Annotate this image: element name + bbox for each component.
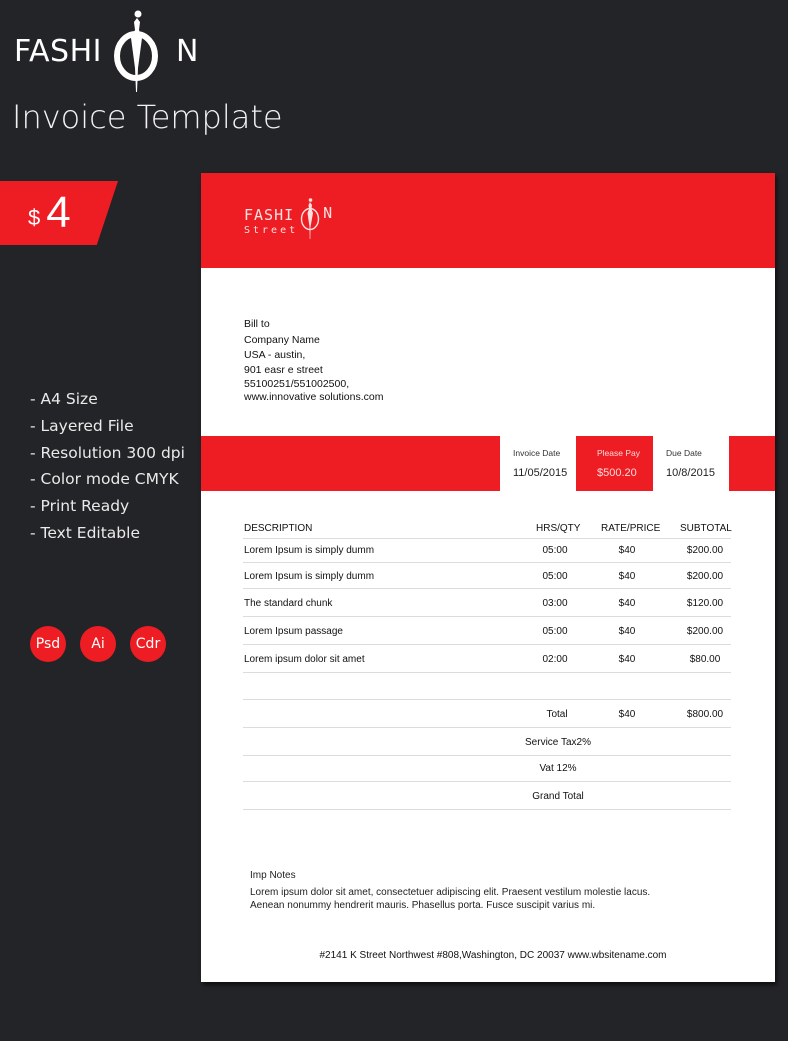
total-amount: $800.00	[686, 709, 724, 720]
table-row: Lorem ipsum dolor sit amet 02:00 $40 $80…	[243, 645, 731, 673]
bill-to-label: Bill to	[244, 318, 270, 330]
notes-title: Imp Notes	[250, 870, 296, 881]
brand-name-left: FASHI	[14, 33, 102, 69]
table-spacer-row	[243, 673, 731, 700]
brand-logo: FASHI N	[14, 8, 199, 94]
please-pay-value: $500.20	[597, 467, 637, 479]
notes-line-1: Lorem ipsum dolor sit amet, consectetuer…	[250, 887, 651, 898]
feature-item: - Color mode CMYK	[30, 470, 179, 489]
bill-to-street: 901 easr e street	[244, 364, 323, 376]
bill-to-company: Company Name	[244, 334, 320, 346]
header-description: DESCRIPTION	[244, 523, 313, 534]
total-rate: $40	[618, 709, 636, 720]
item-description: Lorem Ipsum is simply dumm	[244, 545, 375, 556]
feature-item: - Text Editable	[30, 523, 140, 542]
please-pay-box: Please Pay $500.20	[576, 436, 653, 491]
due-date-box: Due Date 10/8/2015	[653, 436, 729, 491]
header-subtotal: SUBTOTAL	[680, 523, 732, 534]
invoice-date-value: 11/05/2015	[513, 467, 568, 479]
grand-total-label: Grand Total	[532, 791, 584, 802]
item-subtotal: $200.00	[686, 626, 724, 637]
item-qty: 02:00	[542, 654, 568, 665]
feature-item: - Layered File	[30, 416, 134, 435]
price-currency: $	[28, 205, 41, 230]
feature-item: - A4 Size	[30, 390, 98, 408]
invoice-logo-tagline: Street	[244, 225, 299, 236]
item-qty: 05:00	[542, 571, 568, 582]
format-badge-psd: Psd	[30, 626, 66, 662]
fashion-figure-ring-icon	[300, 198, 320, 239]
item-subtotal: $200.00	[686, 571, 724, 582]
invoice-paper: FASHI Street N Bill to Company Name USA …	[201, 173, 775, 982]
bill-to-block: Bill to Company Name USA - austin, 901 e…	[244, 317, 383, 404]
price-tag: $ 4	[0, 181, 118, 245]
bill-to-website: www.innovative solutions.com	[244, 391, 384, 403]
invoice-date-box: Invoice Date 11/05/2015	[500, 436, 576, 491]
format-badges: Psd Ai Cdr	[30, 626, 166, 662]
item-rate: $40	[618, 571, 636, 582]
total-row: Total $40 $800.00	[243, 700, 731, 728]
bill-to-phone: 55100251/551002500,	[244, 378, 350, 390]
header-rate: RATE/PRICE	[601, 523, 661, 534]
total-label: Total	[546, 709, 568, 720]
header-qty: HRS/QTY	[536, 523, 581, 534]
bill-to-location: USA - austin,	[244, 349, 306, 361]
format-badge-ai: Ai	[80, 626, 116, 662]
invoice-header: FASHI Street N	[201, 173, 775, 268]
brand-name-right: N	[175, 33, 199, 69]
fashion-figure-ring-icon	[113, 10, 158, 92]
page-title: Invoice Template	[12, 98, 283, 136]
item-qty: 05:00	[542, 545, 568, 556]
item-rate: $40	[618, 598, 636, 609]
item-rate: $40	[618, 654, 636, 665]
table-row: Lorem Ipsum passage 05:00 $40 $200.00	[243, 617, 731, 645]
notes-line-2: Aenean nonummy hendrerit mauris. Phasell…	[250, 899, 596, 911]
item-subtotal: $200.00	[686, 545, 724, 556]
table-row: Lorem Ipsum is simply dumm 05:00 $40 $20…	[243, 539, 731, 563]
item-description: The standard chunk	[244, 598, 333, 609]
item-description: Lorem ipsum dolor sit amet	[244, 654, 365, 665]
item-description: Lorem Ipsum passage	[244, 626, 343, 637]
invoice-logo-word-right: N	[323, 204, 333, 222]
item-rate: $40	[618, 545, 636, 556]
item-qty: 05:00	[542, 626, 568, 637]
invoice-date-label: Invoice Date	[513, 448, 561, 458]
vat-label: Vat 12%	[539, 763, 577, 774]
table-row: Lorem Ipsum is simply dumm 05:00 $40 $20…	[243, 563, 731, 589]
table-header: DESCRIPTION HRS/QTY RATE/PRICE SUBTOTAL	[243, 517, 732, 539]
service-tax-row: Service Tax2%	[243, 728, 731, 756]
feature-item: - Print Ready	[30, 497, 130, 516]
due-date-value: 10/8/2015	[666, 467, 715, 479]
format-badge-cdr: Cdr	[130, 626, 166, 662]
invoice-logo-word: FASHI	[244, 206, 295, 224]
invoice-logo: FASHI Street N	[244, 198, 333, 239]
due-date-label: Due Date	[666, 448, 702, 458]
feature-list: - A4 Size - Layered File - Resolution 30…	[30, 386, 185, 547]
item-description: Lorem Ipsum is simply dumm	[244, 571, 375, 582]
invoice-summary-band: Invoice Date 11/05/2015 Please Pay $500.…	[201, 436, 775, 491]
item-subtotal: $80.00	[689, 654, 721, 665]
feature-item: - Resolution 300 dpi	[30, 443, 185, 462]
item-rate: $40	[618, 626, 636, 637]
please-pay-label: Please Pay	[597, 448, 640, 458]
line-items-table: DESCRIPTION HRS/QTY RATE/PRICE SUBTOTAL …	[243, 517, 732, 810]
grand-total-row: Grand Total	[243, 782, 731, 810]
item-qty: 03:00	[542, 598, 568, 609]
invoice-footer-address: #2141 K Street Northwest #808,Washington…	[319, 950, 667, 961]
table-row: The standard chunk 03:00 $40 $120.00	[243, 589, 731, 617]
price-amount: 4	[46, 188, 71, 237]
service-tax-label: Service Tax2%	[525, 737, 591, 748]
vat-row: Vat 12%	[243, 756, 731, 782]
item-subtotal: $120.00	[686, 598, 724, 609]
notes-block: Imp Notes Lorem ipsum dolor sit amet, co…	[250, 870, 650, 912]
